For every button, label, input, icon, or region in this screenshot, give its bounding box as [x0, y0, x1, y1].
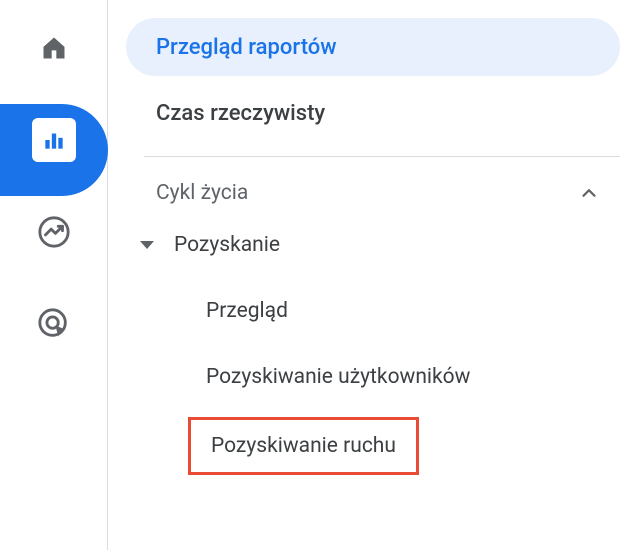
chevron-up-icon — [578, 182, 600, 204]
sidebar-overview[interactable]: Przegląd — [126, 285, 620, 337]
nav-home[interactable] — [30, 24, 78, 72]
sidebar-user-acquisition[interactable]: Pozyskiwanie użytkowników — [126, 351, 620, 403]
bar-chart-icon — [32, 118, 76, 162]
sidebar-acquisition[interactable]: Pozyskanie — [126, 233, 620, 257]
sidebar-reports-overview[interactable]: Przegląd raportów — [126, 18, 620, 76]
nav-reports[interactable] — [30, 116, 78, 164]
sidebar-traffic-acquisition[interactable]: Pozyskiwanie ruchu — [188, 417, 419, 475]
divider — [144, 156, 620, 157]
sidebar-item-label: Czas rzeczywisty — [156, 101, 325, 126]
target-click-icon — [30, 300, 78, 348]
sidebar-item-label: Przegląd raportów — [156, 35, 337, 60]
sidebar-item-label: Pozyskiwanie ruchu — [211, 434, 396, 458]
nav-advertising[interactable] — [30, 300, 78, 348]
sidebar-item-label: Pozyskiwanie użytkowników — [206, 365, 470, 389]
section-label: Cykl życia — [156, 181, 248, 205]
nav-icon-rail — [0, 0, 108, 550]
sidebar-realtime[interactable]: Czas rzeczywisty — [126, 84, 620, 142]
sidebar-panel: Przegląd raportów Czas rzeczywisty Cykl … — [108, 0, 630, 550]
trend-circle-icon — [30, 208, 78, 256]
sidebar-item-label: Pozyskanie — [174, 233, 280, 257]
caret-down-icon — [140, 241, 154, 249]
sidebar-item-label: Przegląd — [206, 299, 288, 323]
section-lifecycle[interactable]: Cykl życia — [126, 181, 620, 205]
nav-explore[interactable] — [30, 208, 78, 256]
home-icon — [30, 24, 78, 72]
